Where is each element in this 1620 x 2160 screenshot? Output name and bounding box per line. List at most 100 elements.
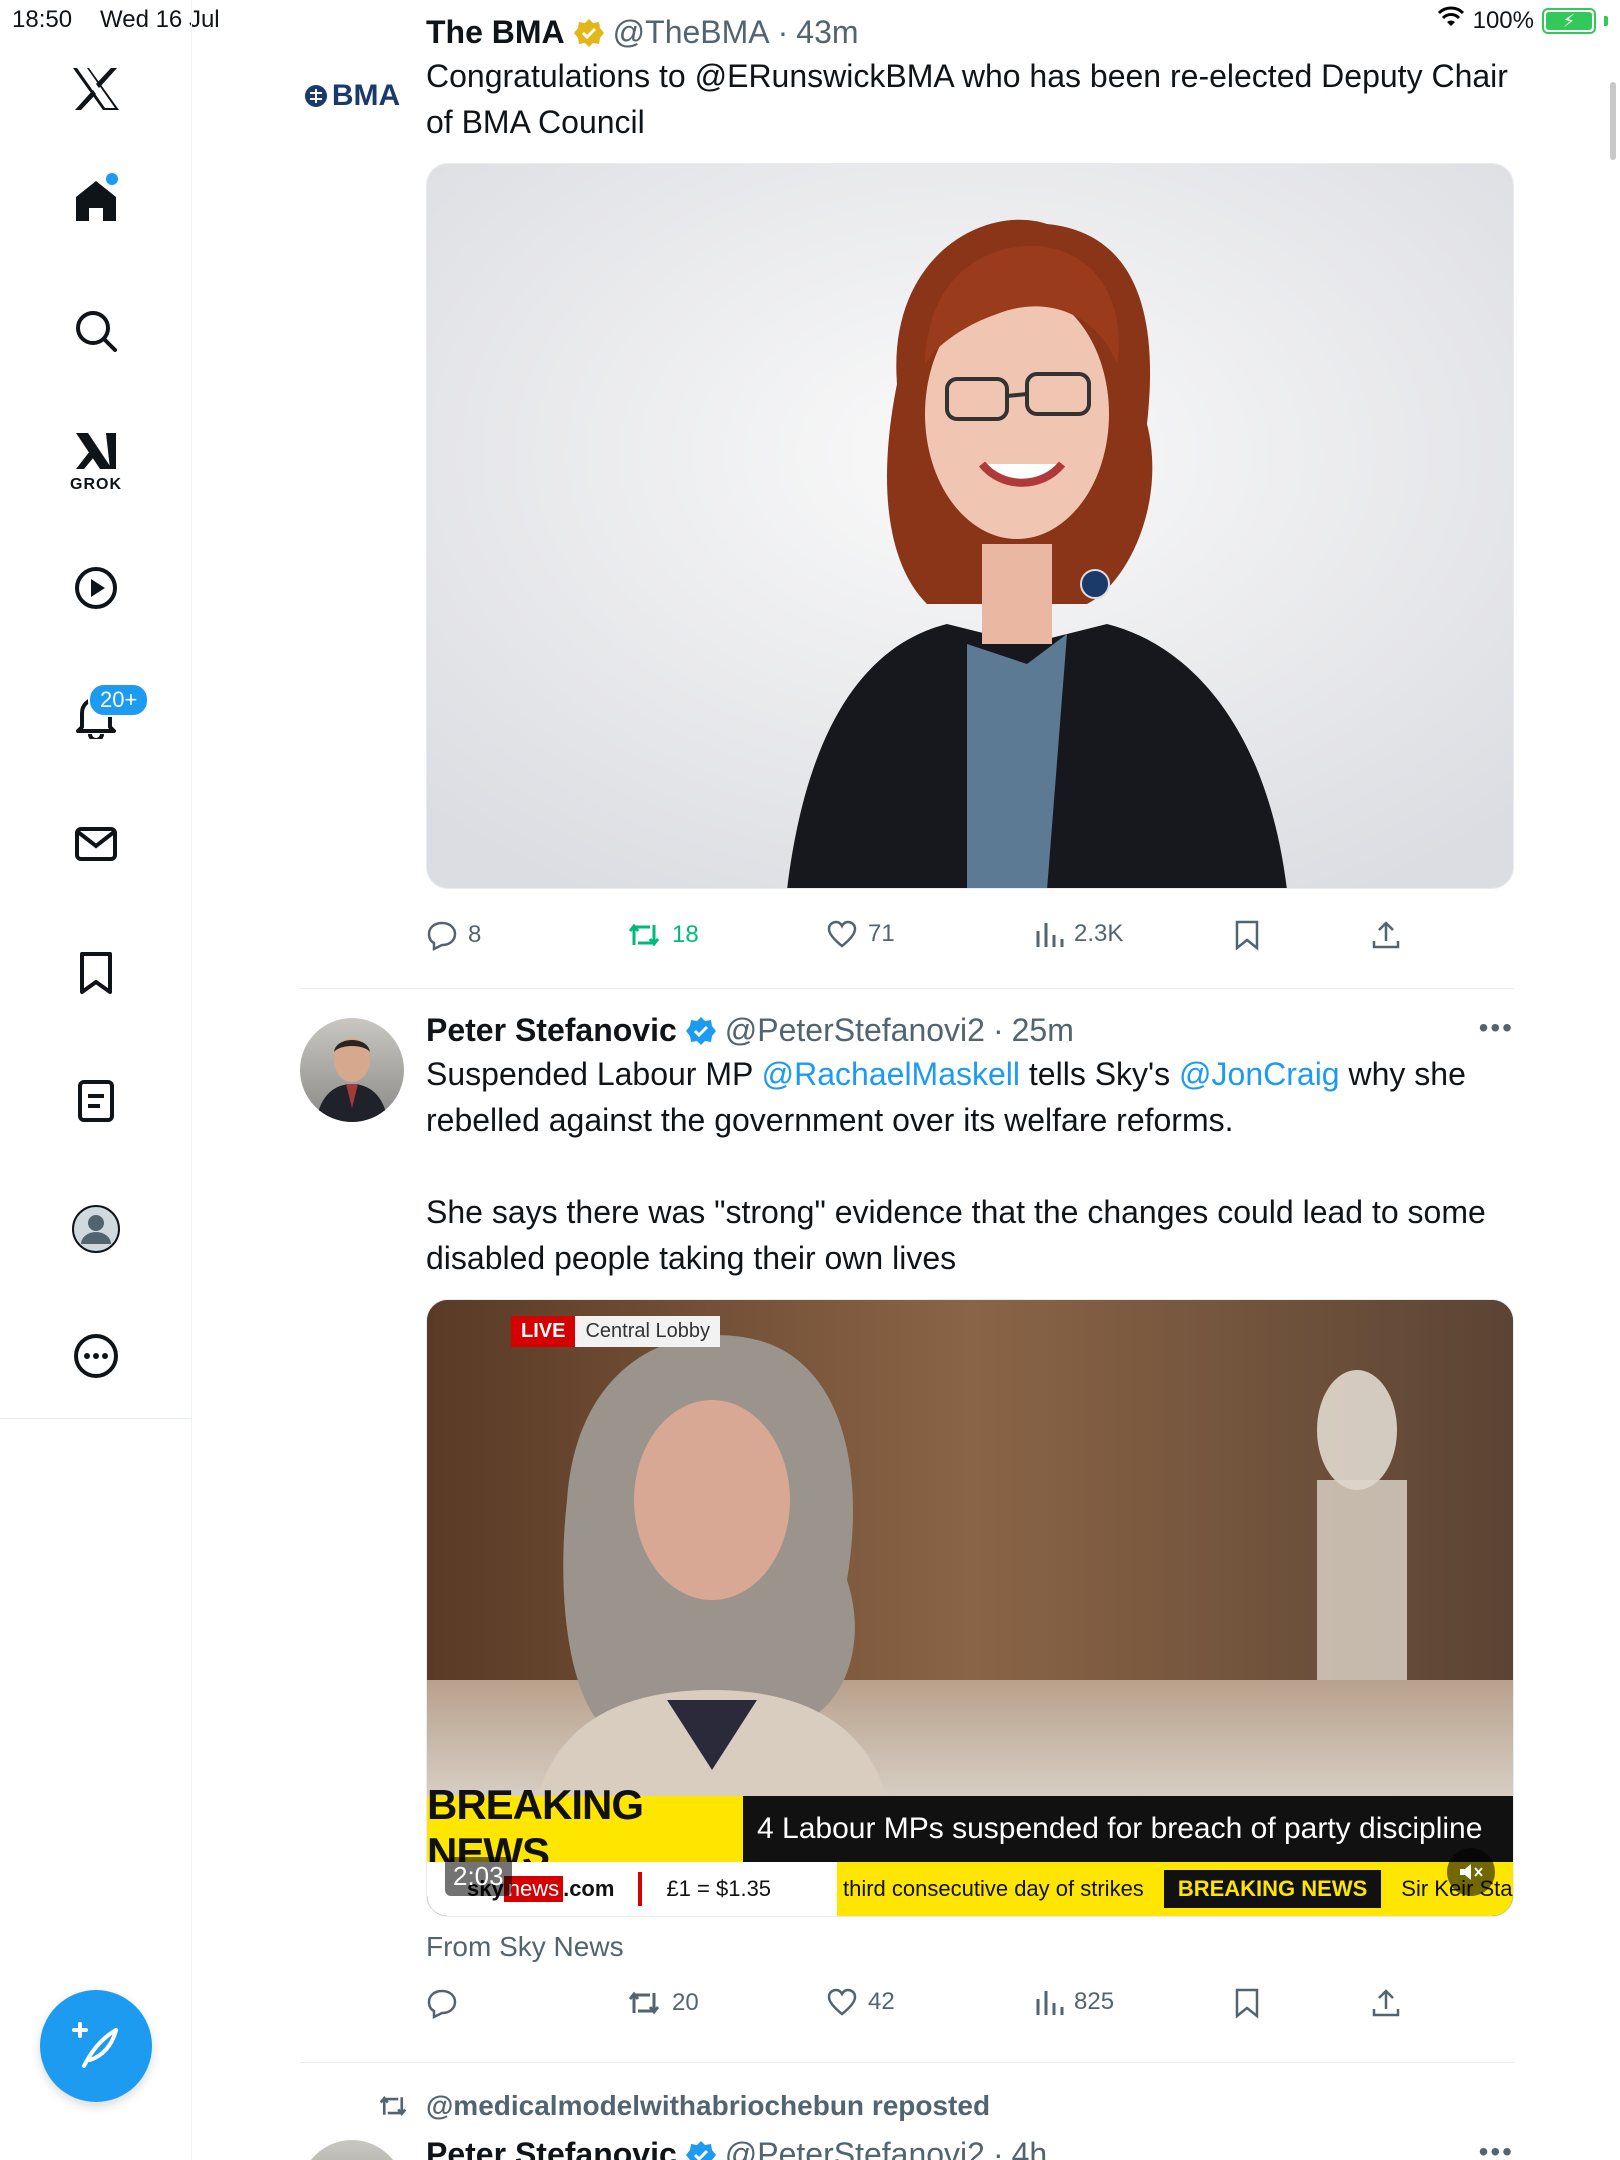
bma-logo-icon [304,85,327,107]
tweet-video[interactable]: LIVE Central Lobby BREAKING NEWS 4 Labou… [426,1299,1514,1917]
share-icon [1372,1989,1400,2017]
tweet-header: Peter Stefanovic @PeterStefanovi2 · 4h [426,2136,1514,2160]
tweet-text: Congratulations to @ERunswickBMA who has… [426,58,1508,140]
compose-post-button[interactable] [40,1990,152,2102]
bookmark-button[interactable] [1234,919,1260,951]
tweet-header: Peter Stefanovic @PeterStefanovi2 · 25m [426,1012,1514,1049]
tweet-time[interactable]: 25m [1012,1012,1074,1049]
lists-icon[interactable] [63,1068,129,1134]
mention-link[interactable]: @RachaelMaskell [762,1056,1020,1092]
grok-label: GROK [70,476,122,493]
reply-icon [427,921,457,951]
retweet-button[interactable]: 20 [626,1987,699,2019]
views-chart-icon [1036,923,1064,947]
tweet-time[interactable]: 4h [1012,2136,1048,2160]
site-news: news [503,1876,564,1902]
more-options-button[interactable]: ••• [1479,2136,1514,2160]
tweet-header: The BMA @TheBMA · 43m [426,14,1514,51]
compose-feather-icon [72,2022,118,2068]
location-label: Central Lobby [575,1316,720,1347]
heart-icon [827,1988,857,2016]
header-separator: · [777,14,789,50]
heart-icon [827,920,857,948]
bookmark-icon [1235,920,1259,951]
tweet-text-segment: She says there was "strong" evidence tha… [426,1194,1486,1276]
views-chart-icon [1036,1991,1064,2015]
author-name[interactable]: Peter Stefanovic [426,1012,677,1049]
author-name[interactable]: The BMA [426,14,565,51]
tweet-time[interactable]: 43m [796,14,858,51]
retweet-button[interactable]: 18 [626,919,699,951]
verified-blue-badge-icon [685,2139,717,2160]
repost-indicator[interactable]: @medicalmodelwithabriochebun reposted [376,2090,990,2122]
reply-count: 8 [468,921,482,948]
home-unread-dot [106,173,118,185]
tweet-divider [300,988,1514,989]
retweet-icon [628,1991,660,2015]
author-handle[interactable]: @PeterStefanovi2 [725,1012,985,1049]
author-name[interactable]: Peter Stefanovic [426,2136,677,2160]
notifications-badge: 20+ [88,683,150,717]
portrait-photo-illustration [427,164,1513,888]
news-ticker: BREAKING NEWS 4 Labour MPs suspended for… [427,1781,1513,1916]
retweet-count: 18 [672,921,699,948]
more-options-button[interactable]: ••• [1479,1012,1514,1044]
views-button[interactable]: 2.3K [1034,919,1123,949]
profile-avatar-icon[interactable] [63,1196,129,1262]
home-icon[interactable] [63,168,129,234]
mute-button[interactable] [1447,1848,1495,1896]
reply-icon [427,1989,457,2019]
sidebar-divider [0,1418,192,1419]
live-badge: LIVE Central Lobby [511,1316,720,1347]
grok-icon[interactable] [63,418,129,484]
x-logo-icon[interactable] [63,56,129,122]
bookmarks-icon[interactable] [63,940,129,1006]
bma-avatar-text: BMA [331,79,401,112]
tweet-actions: 8 18 71 2.3K [426,905,1514,965]
scrollbar[interactable] [1610,82,1616,160]
video-duration: 2:03 [445,1857,512,1896]
view-count: 825 [1074,1988,1115,2015]
site-suffix: .com [563,1876,615,1901]
peter-stefanovic-avatar[interactable] [300,1018,404,1122]
like-button[interactable]: 71 [826,919,895,949]
tweet-actions: 20 42 825 [426,1973,1514,2033]
bma-avatar[interactable]: BMA [300,44,404,148]
reply-button[interactable]: 8 [426,919,481,951]
retweet-count: 20 [672,1989,699,2016]
peter-stefanovic-avatar[interactable] [300,2140,404,2160]
reply-button[interactable] [426,1987,468,2019]
share-button[interactable] [1370,1987,1402,2019]
like-count: 42 [868,1988,895,2015]
ticker-breaking: BREAKING NEWS [1163,1870,1382,1908]
sidebar: GROK 20+ [0,0,192,2160]
speaker-muted-icon [1460,1864,1483,1880]
views-button[interactable]: 825 [1034,1987,1114,2017]
messages-envelope-icon[interactable] [63,811,129,877]
tweet-divider [300,2062,1514,2063]
battery-icon: ⚡ [1542,7,1596,34]
author-handle[interactable]: @TheBMA [613,14,770,51]
tweet-photo[interactable] [426,163,1514,889]
verified-gold-badge-icon [573,17,605,49]
repost-label: @medicalmodelwithabriochebun reposted [426,2090,991,2121]
ticker-item: third consecutive day of strikes [843,1876,1144,1901]
live-label: LIVE [511,1316,576,1347]
repost-icon [379,2096,407,2116]
tweet-text-segment: tells Sky's [1020,1056,1180,1092]
header-separator: · [992,1012,1004,1048]
share-button[interactable] [1370,919,1402,951]
tweet-text-segment: Suspended Labour MP [426,1056,762,1092]
search-icon[interactable] [63,298,129,364]
bookmark-icon [1235,1988,1259,2019]
breaking-news-headline: 4 Labour MPs suspended for breach of par… [743,1796,1513,1862]
video-play-icon[interactable] [63,555,129,621]
mention-link[interactable]: @JonCraig [1179,1056,1340,1092]
like-button[interactable]: 42 [826,1987,895,2017]
author-handle[interactable]: @PeterStefanovi2 [725,2136,985,2160]
more-options-icon[interactable] [63,1323,129,1389]
verified-blue-badge-icon [685,1015,717,1047]
bookmark-button[interactable] [1234,1987,1260,2019]
video-source[interactable]: From Sky News [426,1931,1514,1963]
exchange-rate: £1 = $1.35 [666,1876,772,1901]
